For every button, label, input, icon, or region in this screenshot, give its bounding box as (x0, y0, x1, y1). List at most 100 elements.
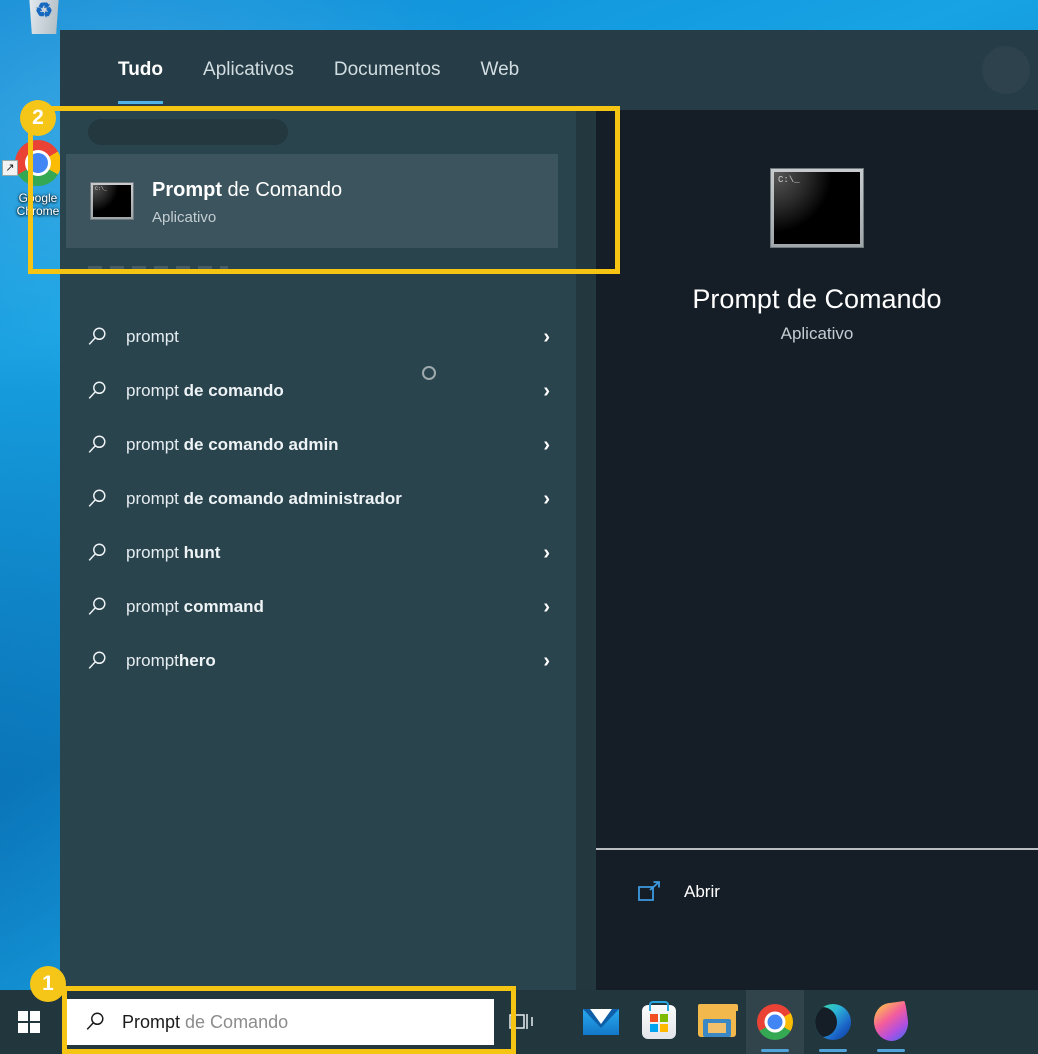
chrome-icon (15, 140, 61, 186)
search-panes: Prompt de Comando Aplicativo pr (60, 110, 1038, 990)
best-match-title-rest: de Comando (222, 179, 342, 201)
tab-documentos[interactable]: Documentos (314, 30, 461, 110)
pane-gutter (576, 110, 596, 990)
section-header-text (88, 119, 288, 145)
suggestion-text: prompt de comando (126, 381, 543, 401)
task-view-icon (509, 1011, 535, 1033)
taskbar: Prompt de Comando (0, 990, 1038, 1054)
chevron-right-icon[interactable]: › (543, 596, 560, 619)
tab-web[interactable]: Web (461, 30, 540, 110)
list-item[interactable]: prompt hunt › (60, 526, 576, 580)
web-suggestion-list: prompt › prompt de comando › (60, 310, 576, 688)
start-search-flyout: Tudo Aplicativos Documentos Web Prompt d… (60, 30, 1038, 990)
preview-subtitle: Aplicativo (781, 324, 854, 344)
suggestion-bold: de comando admin (184, 435, 339, 454)
taskbar-app-file-explorer[interactable] (688, 990, 746, 1054)
running-indicator (761, 1049, 789, 1052)
microsoft-store-icon (642, 1005, 676, 1039)
suggestion-bold: de comando administrador (184, 489, 402, 508)
running-indicator (877, 1049, 905, 1052)
web-section-header-text (88, 266, 228, 274)
suggestion-bold: command (184, 597, 264, 616)
suggestion-text: prompt de comando administrador (126, 489, 543, 509)
tab-aplicativos[interactable]: Aplicativos (183, 30, 314, 110)
suggestion-plain: prompt (126, 489, 184, 508)
suggestion-plain: prompt (126, 651, 179, 670)
suggestion-bold: hunt (184, 543, 221, 562)
task-view-button[interactable] (494, 1011, 550, 1033)
best-match-title: Prompt de Comando (152, 177, 342, 203)
search-icon (84, 1011, 106, 1033)
suggestion-text: prompt (126, 327, 543, 347)
step-badge-2: 2 (20, 100, 56, 136)
taskbar-search-box[interactable]: Prompt de Comando (64, 999, 494, 1045)
screen: ♻ ↗ Google Chrome Tudo Aplicativos Docum… (0, 0, 1038, 1054)
list-item[interactable]: prompt de comando administrador › (60, 472, 576, 526)
suggestion-bold: de comando (184, 381, 284, 400)
best-match-section-header (60, 110, 576, 154)
search-icon (86, 434, 126, 456)
search-input[interactable]: Prompt de Comando (122, 1012, 288, 1033)
chevron-right-icon[interactable]: › (543, 542, 560, 565)
search-input-value: Prompt (122, 1012, 180, 1032)
taskbar-app-mail[interactable] (572, 990, 630, 1054)
chevron-right-icon[interactable]: › (543, 380, 560, 403)
search-input-ghost: de Comando (180, 1012, 288, 1032)
chevron-right-icon[interactable]: › (543, 650, 560, 673)
search-results-pane: Prompt de Comando Aplicativo pr (60, 110, 576, 990)
mail-icon (583, 1009, 619, 1035)
running-indicator (819, 1049, 847, 1052)
command-prompt-icon (90, 182, 134, 220)
best-match-subtitle: Aplicativo (152, 209, 342, 226)
list-item[interactable]: prompthero › (60, 634, 576, 688)
action-label: Abrir (684, 882, 720, 902)
suggestion-text: prompthero (126, 651, 543, 671)
suggestion-plain: prompt (126, 327, 179, 346)
edge-icon (815, 1004, 851, 1040)
preview-actions: Abrir (596, 850, 1038, 990)
shortcut-arrow-icon: ↗ (2, 160, 18, 176)
best-match-title-bold: Prompt (152, 179, 222, 201)
search-icon (86, 596, 126, 618)
search-icon (86, 326, 126, 348)
list-item[interactable]: prompt command › (60, 580, 576, 634)
taskbar-app-list (572, 990, 920, 1054)
list-item[interactable]: prompt › (60, 310, 576, 364)
step-badge-1: 1 (30, 966, 66, 1002)
chevron-right-icon[interactable]: › (543, 326, 560, 349)
chevron-right-icon[interactable]: › (543, 434, 560, 457)
suggestion-text: prompt de comando admin (126, 435, 543, 455)
mouse-cursor-indicator (422, 366, 436, 380)
taskbar-app-microsoft-edge[interactable] (804, 990, 862, 1054)
taskbar-app-microsoft-store[interactable] (630, 990, 688, 1054)
search-icon (86, 650, 126, 672)
suggestion-plain: prompt (126, 597, 184, 616)
best-match-result[interactable]: Prompt de Comando Aplicativo (66, 154, 558, 248)
folder-icon (698, 1008, 736, 1037)
suggestion-plain: prompt (126, 435, 184, 454)
tab-tudo[interactable]: Tudo (98, 30, 183, 110)
taskbar-app-paint-drop[interactable] (862, 990, 920, 1054)
paint-drop-icon (872, 1001, 911, 1043)
suggestion-plain: prompt (126, 543, 184, 562)
web-section-header (60, 248, 576, 292)
search-filter-tabs: Tudo Aplicativos Documentos Web (60, 30, 1038, 110)
list-item[interactable]: prompt de comando admin › (60, 418, 576, 472)
action-abrir[interactable]: Abrir (596, 872, 1038, 912)
taskbar-app-google-chrome[interactable] (746, 990, 804, 1054)
app-preview: Prompt de Comando Aplicativo (596, 110, 1038, 848)
suggestion-text: prompt hunt (126, 543, 543, 563)
suggestion-bold: hero (179, 651, 216, 670)
account-avatar[interactable] (982, 46, 1030, 94)
list-item[interactable]: prompt de comando › (60, 364, 576, 418)
search-icon (86, 542, 126, 564)
windows-logo-icon (18, 1011, 40, 1033)
chevron-right-icon[interactable]: › (543, 488, 560, 511)
open-external-icon (636, 881, 662, 903)
suggestion-text: prompt command (126, 597, 543, 617)
app-preview-pane: Prompt de Comando Aplicativo Abrir (596, 110, 1038, 990)
preview-title: Prompt de Comando (692, 284, 941, 315)
command-prompt-icon-large (770, 168, 864, 248)
suggestion-plain: prompt (126, 381, 184, 400)
search-icon (86, 488, 126, 510)
